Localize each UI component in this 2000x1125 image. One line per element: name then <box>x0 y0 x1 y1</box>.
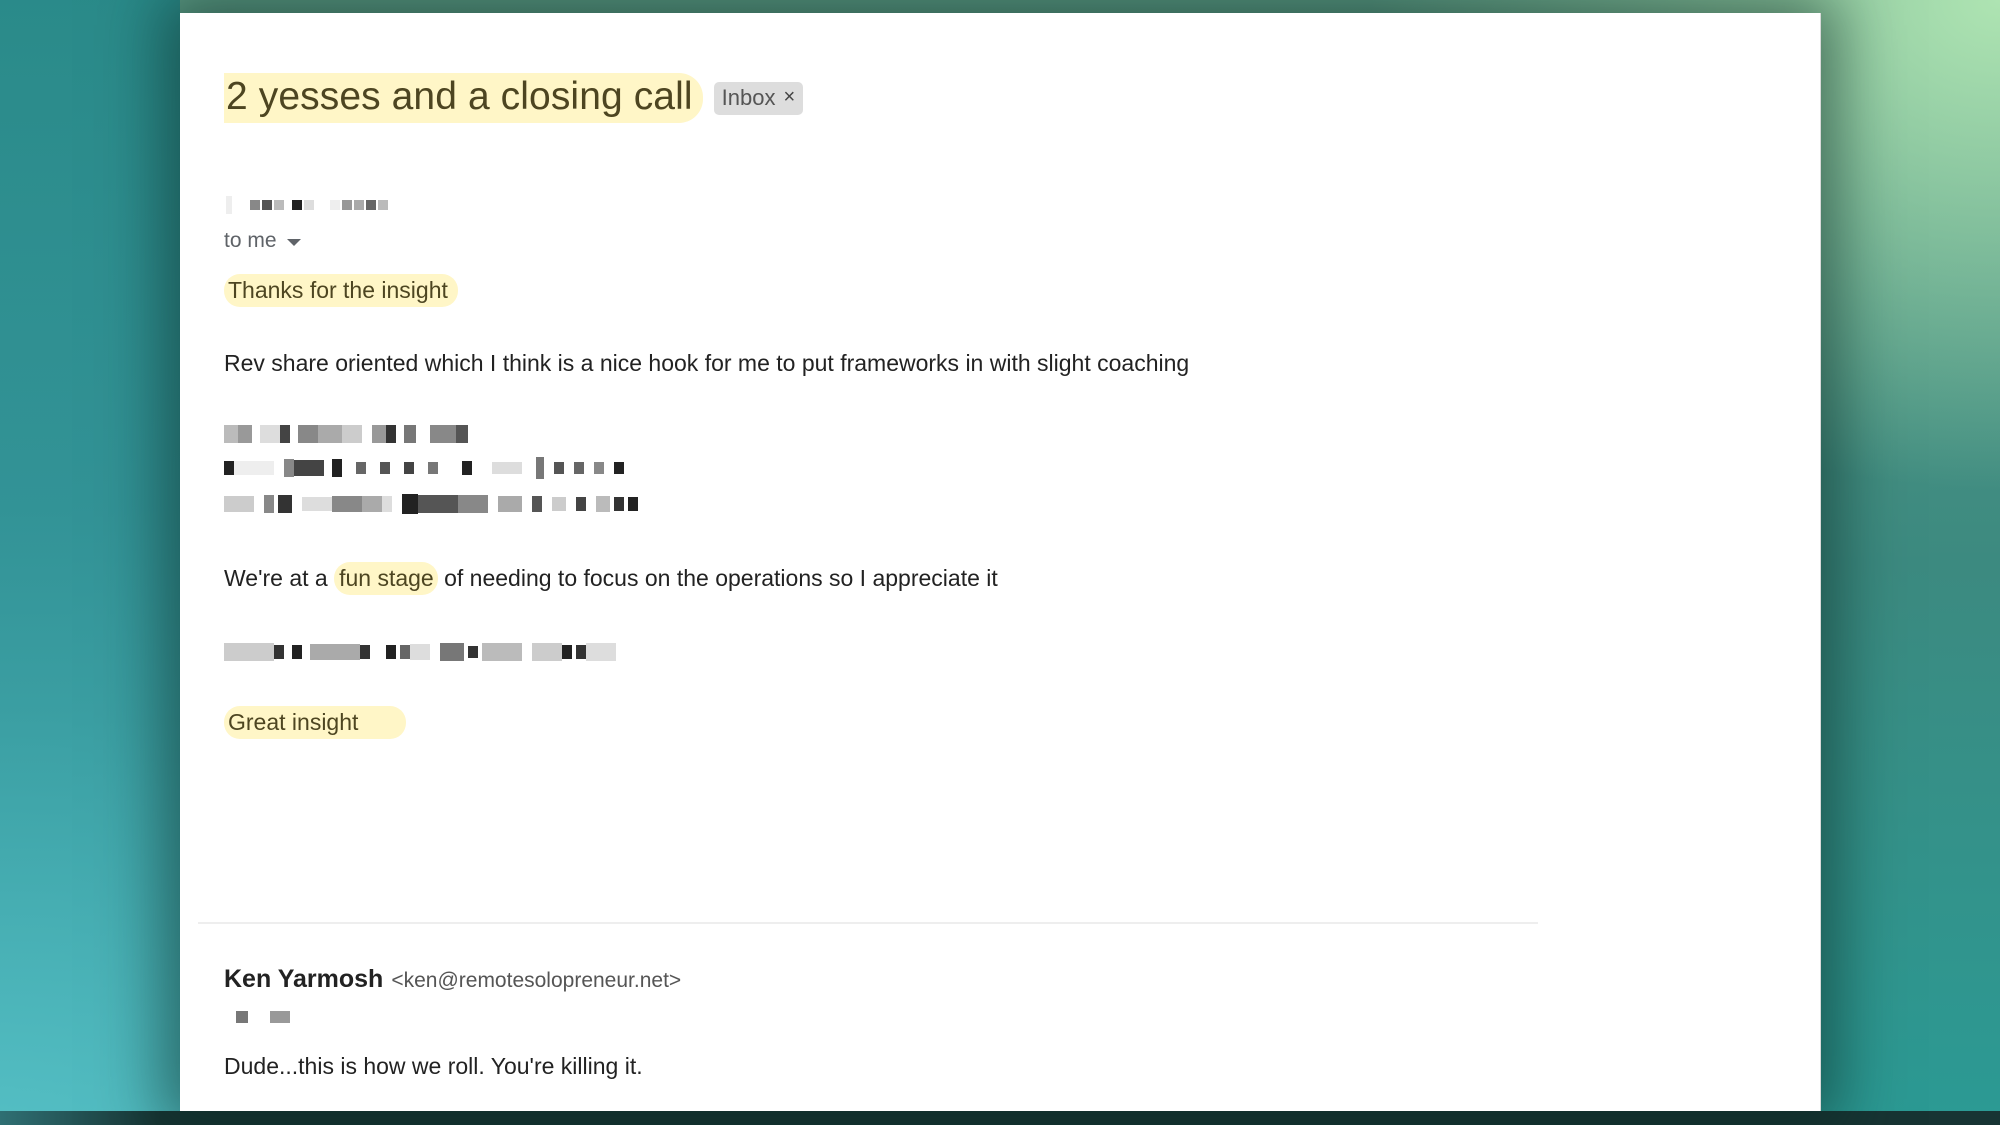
body-closing: Great insight <box>224 706 407 739</box>
paragraph-2-before: We're at a <box>224 565 335 591</box>
reply-date-redacted <box>236 1011 290 1023</box>
inbox-label-chip[interactable]: Inbox × <box>713 81 804 115</box>
email-window: 2 yesses and a closing call Inbox × to m… <box>180 13 1821 1111</box>
body-paragraph-2: We're at a fun stage of needing to focus… <box>224 562 998 595</box>
greeting-highlight: Thanks for the insight <box>224 274 458 307</box>
reply-sender: Ken Yarmosh <ken@remotesolopreneur.net> <box>224 965 681 994</box>
email-subject: 2 yesses and a closing call <box>224 73 703 123</box>
reply-sender-name[interactable]: Ken Yarmosh <box>224 965 383 994</box>
message-divider <box>198 922 1538 924</box>
fun-stage-highlight: fun stage <box>334 562 438 595</box>
sender-redacted <box>226 193 426 217</box>
body-greeting: Thanks for the insight <box>224 274 458 307</box>
recipient-toggle[interactable]: to me <box>224 229 301 253</box>
remove-label-icon[interactable]: × <box>783 86 795 109</box>
reply-body: Dude...this is how we roll. You're killi… <box>224 1053 643 1079</box>
background-bottom <box>0 1111 2000 1125</box>
redacted-line-1 <box>224 423 468 445</box>
label-name: Inbox <box>721 84 776 110</box>
closing-highlight: Great insight <box>224 706 407 739</box>
paragraph-2-after: of needing to focus on the operations so… <box>437 565 998 591</box>
recipient-text: to me <box>224 229 277 252</box>
caret-down-icon <box>286 238 301 246</box>
body-paragraph-1: Rev share oriented which I think is a ni… <box>224 350 1190 376</box>
reply-sender-email: <ken@remotesolopreneur.net> <box>391 969 682 992</box>
redacted-line-3 <box>224 493 638 515</box>
background-left <box>0 0 180 1125</box>
redacted-line-4 <box>224 641 616 663</box>
subject-row: 2 yesses and a closing call Inbox × <box>224 73 804 123</box>
redacted-line-2 <box>224 457 624 479</box>
